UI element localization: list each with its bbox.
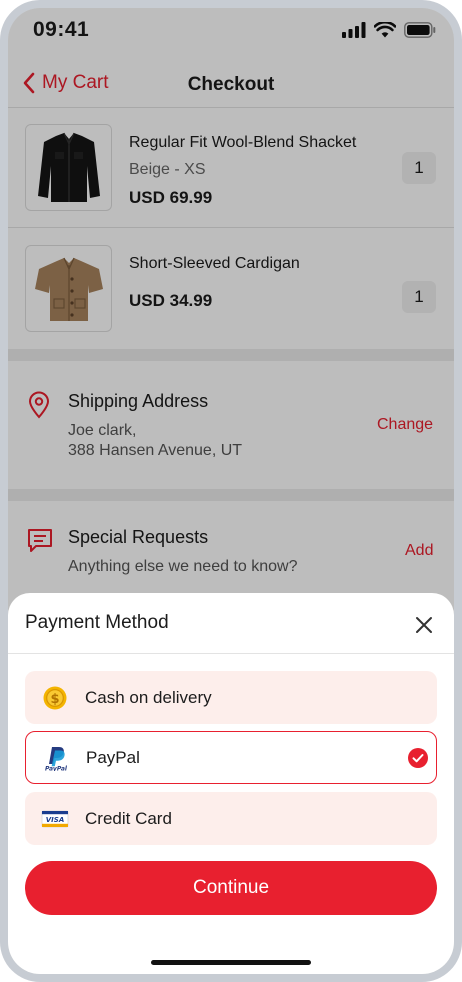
payment-option-credit-card[interactable]: VISA Credit Card — [25, 792, 437, 845]
svg-text:PayPal: PayPal — [45, 766, 68, 772]
visa-card-icon: VISA — [41, 810, 69, 828]
continue-button[interactable]: Continue — [25, 861, 437, 915]
phone-frame: 09:41 My Cart Checkout Regular Fit Wool-… — [0, 0, 462, 982]
payment-method-sheet: Payment Method $ Cash on delivery PayPal… — [8, 593, 454, 974]
payment-option-label: Credit Card — [85, 809, 172, 828]
payment-option-label: PayPal — [86, 748, 140, 767]
payment-option-label: Cash on delivery — [85, 688, 212, 707]
screen: 09:41 My Cart Checkout Regular Fit Wool-… — [8, 8, 454, 974]
divider — [8, 653, 454, 654]
payment-option-paypal[interactable]: PayPal PayPal — [25, 731, 437, 784]
svg-text:VISA: VISA — [46, 816, 64, 824]
coin-icon: $ — [43, 686, 67, 710]
svg-text:$: $ — [50, 692, 59, 707]
home-indicator — [151, 960, 311, 965]
sheet-title: Payment Method — [25, 612, 169, 633]
paypal-icon: PayPal — [45, 747, 68, 772]
close-icon[interactable] — [412, 613, 436, 637]
check-circle-icon — [408, 748, 428, 768]
payment-option-cash[interactable]: $ Cash on delivery — [25, 671, 437, 724]
